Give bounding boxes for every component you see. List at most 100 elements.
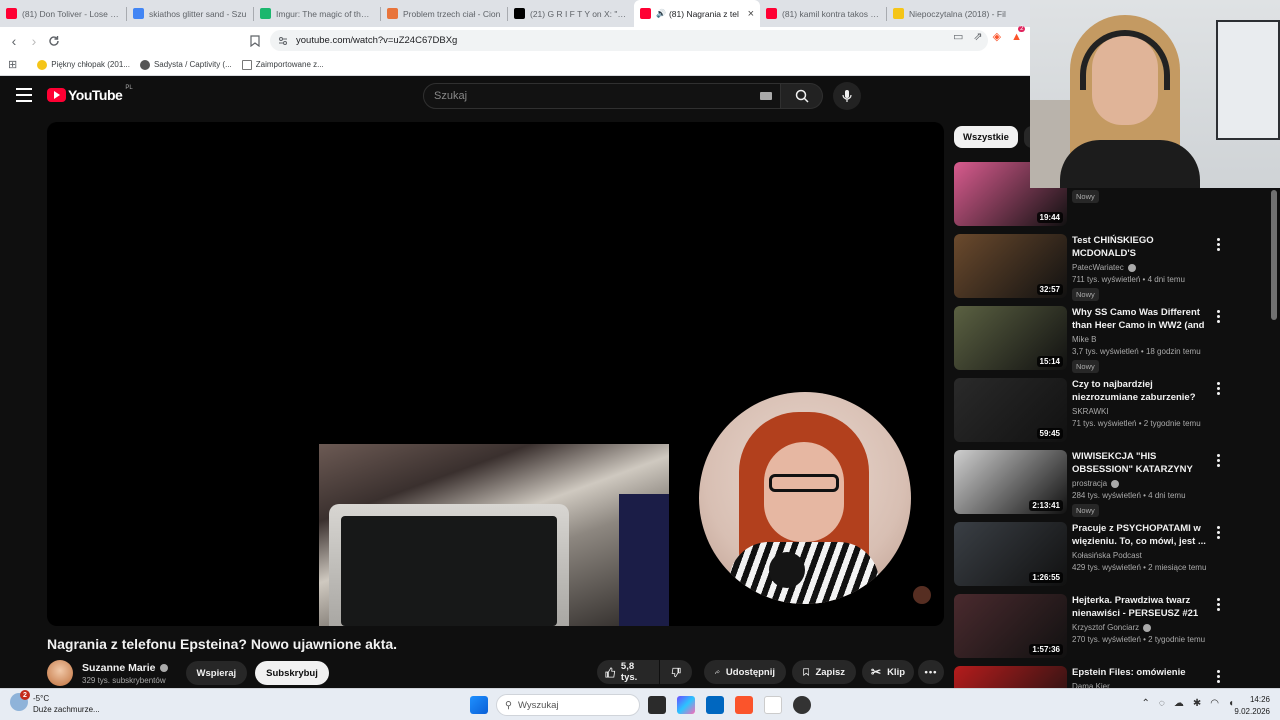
subscriber-count: 329 tys. subskrybentów — [82, 675, 166, 685]
weather-widget[interactable]: 2 -5°C Duże zachmurze... — [10, 690, 100, 715]
app-icon[interactable] — [764, 696, 782, 714]
channel-name[interactable]: Krzysztof Gonciarz — [1072, 623, 1139, 632]
share-icon[interactable]: ⇗ — [973, 30, 982, 43]
network-icon[interactable]: ◌ — [1159, 698, 1165, 709]
video-thumbnail[interactable]: 1:57:36 — [954, 594, 1067, 658]
related-video-item[interactable]: 15:14 Why SS Camo Was Different than Heer… — [954, 306, 1224, 373]
related-video-item[interactable]: 1:57:36 Hejterka. Prawdziwa twarz nienawi… — [954, 594, 1224, 658]
channel-name[interactable]: Kołasińska Podcast — [1072, 551, 1142, 560]
browser-tab[interactable]: (81) kamil kontra takos - Y — [760, 0, 886, 27]
bluetooth-icon[interactable]: ✱ — [1193, 698, 1201, 709]
tab-close-icon[interactable]: × — [748, 8, 754, 20]
obs-icon[interactable] — [793, 696, 811, 714]
bookmark-label: Zaimportowane z... — [255, 60, 324, 69]
more-vertical-icon[interactable] — [1216, 598, 1220, 611]
channel-name[interactable]: Mike B — [1072, 335, 1096, 344]
channel-name[interactable]: prostracja — [1072, 479, 1107, 488]
site-info-icon[interactable] — [278, 36, 288, 46]
channel-row: Krzysztof Gonciarz — [1072, 623, 1210, 632]
start-icon[interactable] — [470, 696, 488, 714]
video-thumbnail[interactable]: 32:57 — [954, 234, 1067, 298]
like-button[interactable]: 5,8 tys. — [597, 660, 659, 684]
video-title[interactable]: Hejterka. Prawdziwa twarz nienawiści - P… — [1072, 594, 1210, 620]
brave-browser-icon[interactable] — [735, 696, 753, 714]
verified-icon — [1143, 623, 1152, 632]
menu-icon[interactable] — [16, 88, 32, 102]
browser-tab[interactable]: (81) Don Toliver - Lose My — [0, 0, 126, 27]
dislike-button[interactable] — [660, 660, 692, 684]
browser-tab[interactable]: 🔊 (81) Nagrania z tel × — [634, 0, 760, 27]
video-info: Test CHIŃSKIEGO MCDONALD'S PatecWariatec 7… — [1072, 234, 1210, 302]
related-video-item[interactable]: 59:45 Czy to najbardziej niezrozumiane za… — [954, 378, 1224, 442]
address-bar[interactable]: youtube.com/watch?v=uZ24C67DBXg — [270, 30, 988, 51]
task-view-icon[interactable] — [648, 696, 666, 714]
browser-tab[interactable]: Imgur: The magic of the In — [254, 0, 380, 27]
browser-tab[interactable]: Problem trzech ciał - Cion — [381, 0, 507, 27]
search-button[interactable] — [781, 83, 823, 109]
share-button[interactable]: Udostępnij — [704, 660, 786, 684]
more-vertical-icon[interactable] — [1216, 238, 1220, 251]
more-vertical-icon[interactable] — [1216, 526, 1220, 539]
save-button[interactable]: Zapisz — [792, 660, 856, 684]
youtube-logo[interactable]: YouTube PL — [47, 85, 133, 103]
browser-tab[interactable]: (21) G R I F T Y on X: "A wo — [508, 0, 634, 27]
apps-icon[interactable]: ⊞ — [8, 58, 17, 71]
channel-name[interactable]: Suzanne Marie — [82, 662, 156, 674]
related-video-item[interactable]: 2:13:41 WIWISEKCJA "HIS OBSESSION" KATARZ… — [954, 450, 1224, 517]
more-vertical-icon[interactable] — [1216, 454, 1220, 467]
system-clock[interactable]: 14:26 9.02.2026 — [1234, 694, 1270, 718]
keyboard-icon[interactable] — [760, 92, 772, 100]
volume-icon[interactable]: ◖ — [1228, 698, 1234, 709]
search-input[interactable]: Szukaj — [423, 83, 781, 109]
video-title[interactable]: WIWISEKCJA "HIS OBSESSION" KATARZYNY ROM… — [1072, 450, 1210, 476]
channel-watermark[interactable] — [913, 586, 931, 604]
bookmark-icon[interactable] — [250, 34, 260, 52]
bookmark-item[interactable]: Piękny chłopak (201... — [37, 59, 130, 70]
video-title[interactable]: Pracuje z PSYCHOPATAMI w więzieniu. To, … — [1072, 522, 1210, 548]
more-vertical-icon[interactable] — [1216, 310, 1220, 323]
bookmark-item[interactable]: Zaimportowane z... — [241, 59, 324, 70]
video-title[interactable]: Test CHIŃSKIEGO MCDONALD'S — [1072, 234, 1210, 260]
brave-shield-icon[interactable]: ◈ — [993, 30, 1001, 43]
tab-audio-icon[interactable]: 🔊 — [656, 9, 666, 18]
channel-avatar[interactable] — [47, 660, 73, 686]
more-vertical-icon[interactable] — [1216, 382, 1220, 395]
brave-rewards-icon[interactable]: ▲ 2 — [1011, 25, 1026, 43]
video-title[interactable]: Czy to najbardziej niezrozumiane zaburze… — [1072, 378, 1210, 404]
video-thumbnail[interactable]: 1:26:55 — [954, 522, 1067, 586]
video-player[interactable] — [47, 122, 944, 626]
bookmark-item[interactable]: Sadysta / Captivity (... — [139, 59, 232, 70]
subscribe-button[interactable]: Subskrybuj — [255, 661, 329, 685]
weather-description: Duże zachmurze... — [33, 705, 100, 714]
forward-button[interactable]: › — [24, 31, 44, 51]
video-title[interactable]: Epstein Files: omówienie — [1072, 666, 1210, 679]
back-button[interactable]: ‹ — [4, 31, 24, 51]
share-label: Udostępnij — [725, 666, 775, 678]
related-video-item[interactable]: 1:26:55 Pracuje z PSYCHOPATAMI w więzieni… — [954, 522, 1224, 586]
chevron-up-icon[interactable]: ⌃ — [1141, 698, 1149, 709]
video-thumbnail[interactable]: 59:45 — [954, 378, 1067, 442]
wifi-icon[interactable]: ◠ — [1210, 698, 1219, 709]
browser-tab[interactable]: skiathos glitter sand - Szu — [127, 0, 253, 27]
channel-name-row[interactable]: Suzanne Marie — [82, 662, 168, 674]
related-video-item[interactable]: 32:57 Test CHIŃSKIEGO MCDONALD'S PatecWari… — [954, 234, 1224, 301]
cast-icon[interactable]: ▭ — [953, 30, 963, 43]
taskbar-search[interactable]: ⚲ Wyszukaj — [496, 694, 640, 716]
video-title[interactable]: Why SS Camo Was Different than Heer Camo… — [1072, 306, 1210, 332]
video-thumbnail[interactable]: 2:13:41 — [954, 450, 1067, 514]
browser-tab[interactable]: Niepoczytalna (2018) - Fil — [887, 0, 1013, 27]
clip-button[interactable]: ✂ Klip — [862, 660, 914, 684]
voice-search-button[interactable] — [833, 82, 861, 110]
reload-button[interactable] — [44, 31, 64, 51]
more-actions-button[interactable]: ••• — [918, 660, 944, 684]
filter-chip[interactable]: Wszystkie — [954, 126, 1018, 148]
more-vertical-icon[interactable] — [1216, 670, 1220, 683]
onedrive-icon[interactable]: ☁ — [1174, 698, 1184, 709]
support-button[interactable]: Wspieraj — [185, 661, 248, 685]
channel-name[interactable]: PatecWariatec — [1072, 263, 1124, 272]
store-icon[interactable] — [706, 696, 724, 714]
copilot-icon[interactable] — [677, 696, 695, 714]
channel-name[interactable]: SKRAWKI — [1072, 407, 1109, 416]
sidebar-scrollbar[interactable] — [1271, 190, 1277, 320]
video-thumbnail[interactable]: 15:14 — [954, 306, 1067, 370]
